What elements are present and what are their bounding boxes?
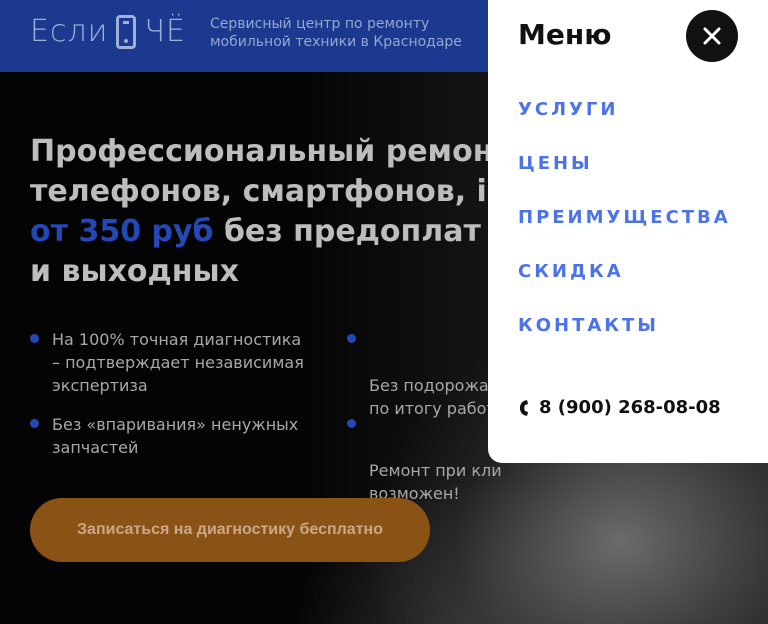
menu-item-discount[interactable]: СКИДКА xyxy=(518,261,624,282)
bullet-text: На 100% точная диагностика – подтверждае… xyxy=(52,330,304,395)
price-accent: от 350 руб xyxy=(30,214,214,249)
phone-logo-icon xyxy=(116,14,137,49)
hero-title-line3-rest: без предоплат xyxy=(213,214,481,249)
menu-panel: Меню УСЛУГИ ЦЕНЫ ПРЕИМУЩЕСТВА СКИДКА КОН… xyxy=(488,0,768,463)
book-diagnostics-button[interactable]: Записаться на диагностику бесплатно xyxy=(30,498,430,562)
logo-text-right: ЧЁ xyxy=(144,14,186,49)
hero-title-line4: и выходных xyxy=(30,254,239,289)
bullet-item: На 100% точная диагностика – подтверждае… xyxy=(30,328,312,397)
menu-item-contacts[interactable]: КОНТАКТЫ xyxy=(518,315,659,336)
menu-item-prices[interactable]: ЦЕНЫ xyxy=(518,153,593,174)
bullet-text: Без подорожан по итогу работ xyxy=(369,376,500,418)
hero-title: Профессиональный ремонт телефонов, смарт… xyxy=(30,132,530,292)
phone-link[interactable]: 8 (900) 268-08-08 xyxy=(518,397,721,418)
bullet-text: Ремонт при кли возможен! xyxy=(369,461,502,503)
hero-title-line2: телефонов, смартфонов, iPh xyxy=(30,174,531,209)
menu-title: Меню xyxy=(518,18,612,51)
hero-title-line3: от 350 руб без предоплат xyxy=(30,212,530,252)
menu-item-advantages[interactable]: ПРЕИМУЩЕСТВА xyxy=(518,207,731,228)
menu-item-services[interactable]: УСЛУГИ xyxy=(518,99,618,120)
hero-title-line1: Профессиональный ремонт xyxy=(30,134,511,169)
phone-icon xyxy=(520,399,528,416)
logo[interactable]: Если ЧЁ xyxy=(30,14,186,49)
bullet-item: Без «впаривания» ненужных запчастей xyxy=(30,413,302,459)
bullet-text: Без «впаривания» ненужных запчастей xyxy=(52,415,299,457)
phone-number: 8 (900) 268-08-08 xyxy=(539,397,721,418)
close-icon xyxy=(703,27,721,45)
bullet-dot-icon xyxy=(30,419,39,428)
close-menu-button[interactable] xyxy=(686,10,738,62)
bullet-dot-icon xyxy=(30,334,39,343)
bullet-dot-icon xyxy=(347,334,356,343)
bullet-dot-icon xyxy=(347,419,356,428)
tagline: Сервисный центр по ремонту мобильной тех… xyxy=(210,16,462,50)
logo-text-left: Если xyxy=(30,14,109,49)
